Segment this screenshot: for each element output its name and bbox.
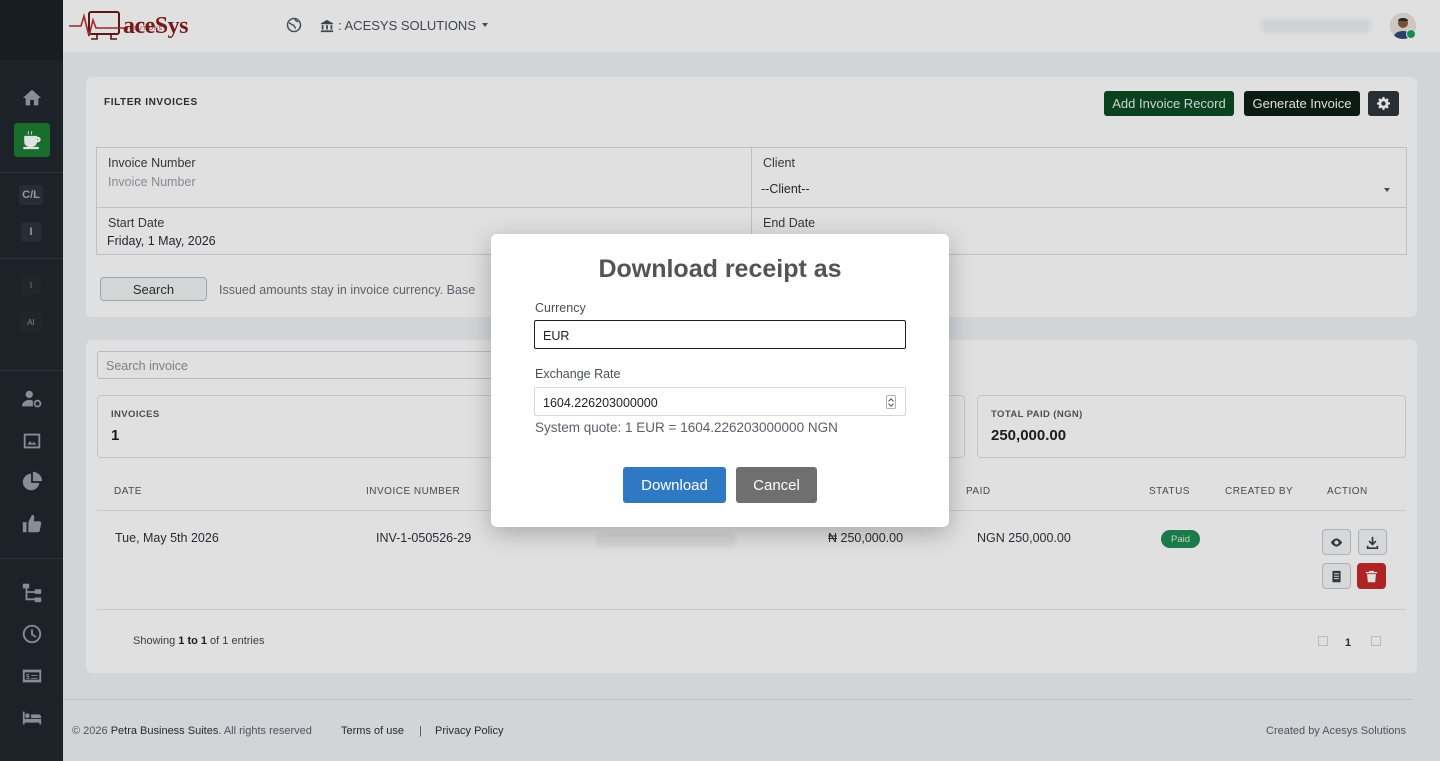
cancel-button[interactable]: Cancel — [736, 467, 817, 503]
dialog-title: Download receipt as — [598, 255, 842, 283]
download-button[interactable]: Download — [623, 467, 726, 503]
number-spinner[interactable] — [886, 395, 896, 409]
currency-input[interactable]: EUR — [534, 320, 906, 349]
currency-value: EUR — [543, 329, 570, 343]
exchange-rate-input[interactable]: 1604.226203000000 — [534, 387, 906, 416]
download-receipt-dialog: Download receipt as Currency EUR Exchang… — [491, 234, 949, 527]
currency-label: Currency — [535, 301, 586, 315]
exchange-rate-value: 1604.226203000000 — [543, 396, 658, 410]
system-quote: System quote: 1 EUR = 1604.226203000000 … — [535, 420, 838, 435]
exchange-rate-label: Exchange Rate — [535, 367, 621, 381]
